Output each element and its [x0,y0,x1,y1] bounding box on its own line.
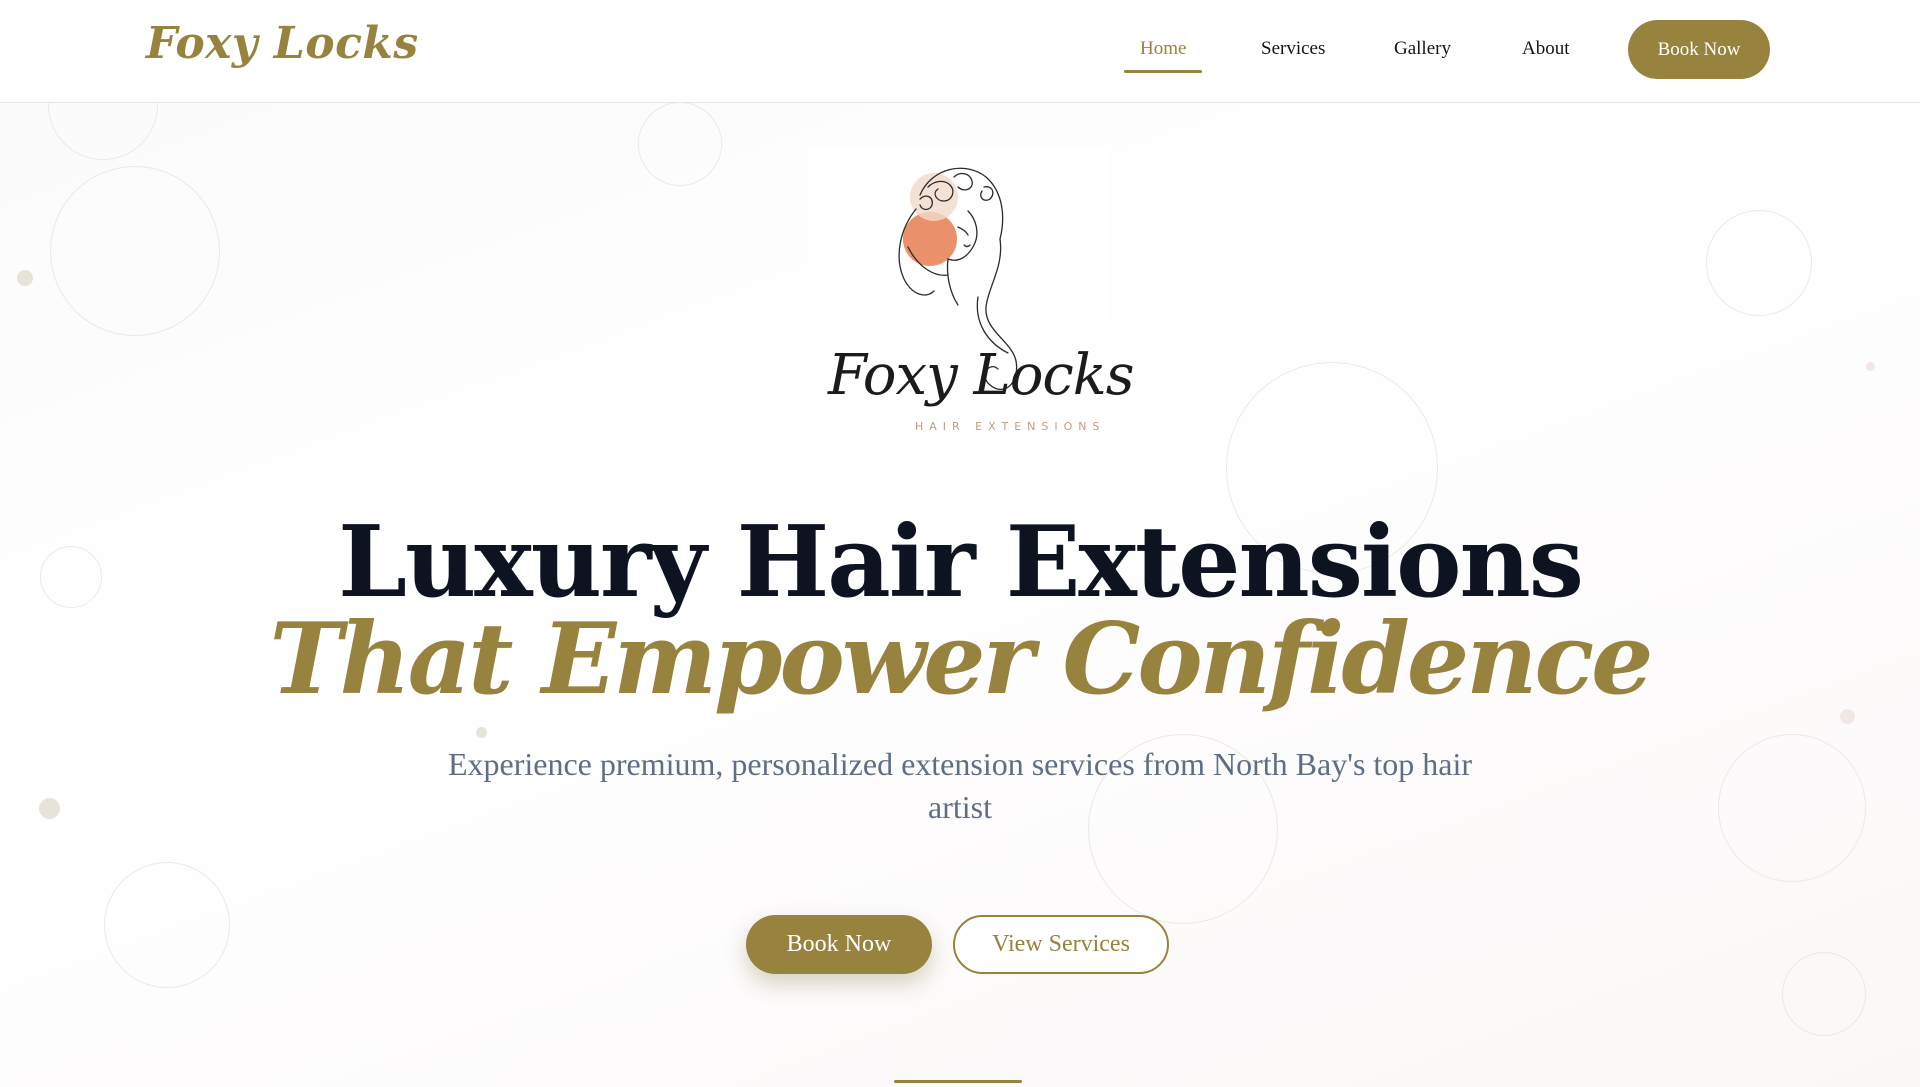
nav-about[interactable]: About [1522,38,1570,60]
decor-ring [1706,210,1812,316]
logo-script-wordmark: Foxy Locks [828,343,1134,408]
decor-dot [476,727,487,738]
hero-book-now-button[interactable]: Book Now [746,915,932,974]
header-book-now-button[interactable]: Book Now [1628,20,1770,79]
decor-dot [17,270,33,286]
hero-subtitle: Experience premium, personalized extensi… [447,746,1473,825]
view-services-button[interactable]: View Services [953,915,1169,974]
decor-ring [104,862,230,988]
top-navigation-bar: Foxy Locks Home Services Gallery About B… [0,0,1920,103]
decor-ring [1782,952,1866,1036]
woman-line-art-icon [898,167,1018,391]
nav-active-indicator [1124,70,1202,73]
hero-logo: Foxy Locks HAIR EXTENSIONS [808,147,1134,455]
decor-ring [1718,734,1866,882]
decor-ring [638,102,722,186]
decor-dot [39,798,60,819]
nav-gallery[interactable]: Gallery [1394,38,1451,60]
decor-ring [50,166,220,336]
brand-logo-text[interactable]: Foxy Locks [146,18,419,69]
nav-home[interactable]: Home [1140,38,1186,60]
hero-headline-accent: That Empower Confidence [269,602,1654,717]
decor-dot [1866,362,1875,371]
section-divider [894,1080,1022,1083]
nav-services[interactable]: Services [1261,38,1325,60]
logo-subtitle: HAIR EXTENSIONS [915,420,1106,433]
